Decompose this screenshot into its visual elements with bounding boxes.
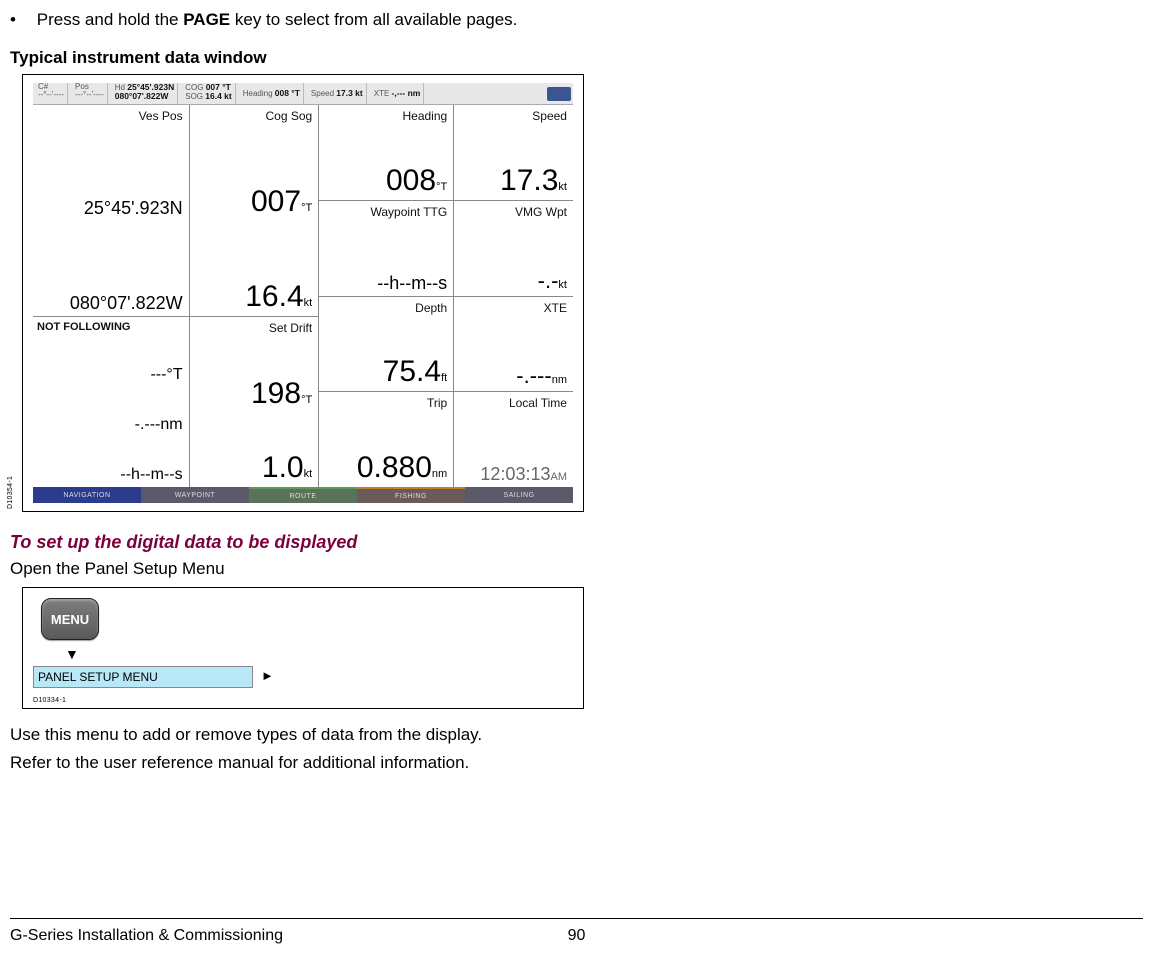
speed-value: 17.3kt [458, 166, 567, 196]
brand-badge-icon [547, 87, 571, 101]
down-arrow-icon: ▼ [65, 646, 79, 662]
wpt-ttg-value: --h--m--s [323, 274, 447, 292]
menu-button[interactable]: MENU [41, 598, 99, 640]
right-arrow-icon: ► [261, 668, 274, 683]
drift-value: 1.0kt [194, 453, 313, 483]
nf-v3: --h--m--s [37, 467, 183, 483]
nf-v2: -.---nm [37, 417, 183, 433]
wpt-ttg-label: Waypoint TTG [323, 205, 447, 219]
depth-label: Depth [323, 301, 447, 315]
softkey-fishing[interactable]: FISHING [357, 487, 465, 503]
instr-suffix: key to select from all available pages. [230, 10, 517, 29]
menu-diagram-figure: MENU ▼ PANEL SETUP MENU ► D10334-1 [22, 587, 584, 709]
sog-value: 16.4kt [194, 282, 313, 312]
softkey-bar: NAVIGATION WAYPOINT ROUTE FISHING SAILIN… [33, 487, 573, 503]
vmg-value: -.-kt [458, 270, 567, 292]
figure-code-2: D10334-1 [33, 697, 66, 704]
section-title: Typical instrument data window [10, 48, 1143, 68]
setdrift-label: Set Drift [194, 321, 313, 335]
open-panel-text: Open the Panel Setup Menu [10, 559, 1143, 579]
page-number: 90 [568, 927, 586, 945]
instruction-line: • Press and hold the PAGE key to select … [10, 10, 1143, 30]
subheading: To set up the digital data to be display… [10, 532, 1143, 553]
speed-label: Speed [458, 109, 567, 123]
depth-value: 75.4ft [323, 357, 447, 387]
trail-text-2: Refer to the user reference manual for a… [10, 753, 1143, 773]
heading-value: 008°T [323, 166, 447, 196]
page-key: PAGE [183, 10, 230, 29]
softkey-route[interactable]: ROUTE [249, 487, 357, 503]
trip-value: 0.880nm [323, 453, 447, 483]
softkey-sailing[interactable]: SAILING [465, 487, 573, 503]
xte-value: -.---nm [458, 365, 567, 387]
set-value: 198°T [194, 379, 313, 409]
heading-label: Heading [323, 109, 447, 123]
cog-value: 007°T [194, 187, 313, 217]
time-value: 12:03:13AM [458, 465, 567, 483]
instrument-screenshot-figure: D10354-1 C#--°--'---- Pos---°--'---- Hd … [22, 74, 584, 512]
page-footer: G-Series Installation & Commissioning 90 [10, 927, 1143, 945]
panel-setup-menu-item[interactable]: PANEL SETUP MENU [33, 666, 253, 688]
vespos-label: Ves Pos [37, 109, 183, 123]
softkey-navigation[interactable]: NAVIGATION [33, 487, 141, 503]
status-bar: C#--°--'---- Pos---°--'---- Hd 25°45'.92… [33, 83, 573, 105]
footer-rule [10, 918, 1143, 919]
trip-label: Trip [323, 396, 447, 410]
nf-v1: ---°T [37, 367, 183, 383]
cogsog-label: Cog Sog [194, 109, 313, 123]
not-following-label: NOT FOLLOWING [37, 321, 183, 333]
data-grid: Ves Pos 25°45'.923N 080°07'.822W NOT FOL… [33, 105, 573, 487]
trail-text-1: Use this menu to add or remove types of … [10, 725, 1143, 745]
figure-code: D10354-1 [7, 476, 14, 509]
time-label: Local Time [458, 396, 567, 410]
vmg-label: VMG Wpt [458, 205, 567, 219]
xte-label: XTE [458, 301, 567, 315]
instr-prefix: Press and hold the [37, 10, 183, 29]
vespos-lat: 25°45'.923N [37, 199, 183, 217]
footer-title: G-Series Installation & Commissioning [10, 927, 283, 945]
softkey-waypoint[interactable]: WAYPOINT [141, 487, 249, 503]
vespos-lon: 080°07'.822W [37, 294, 183, 312]
